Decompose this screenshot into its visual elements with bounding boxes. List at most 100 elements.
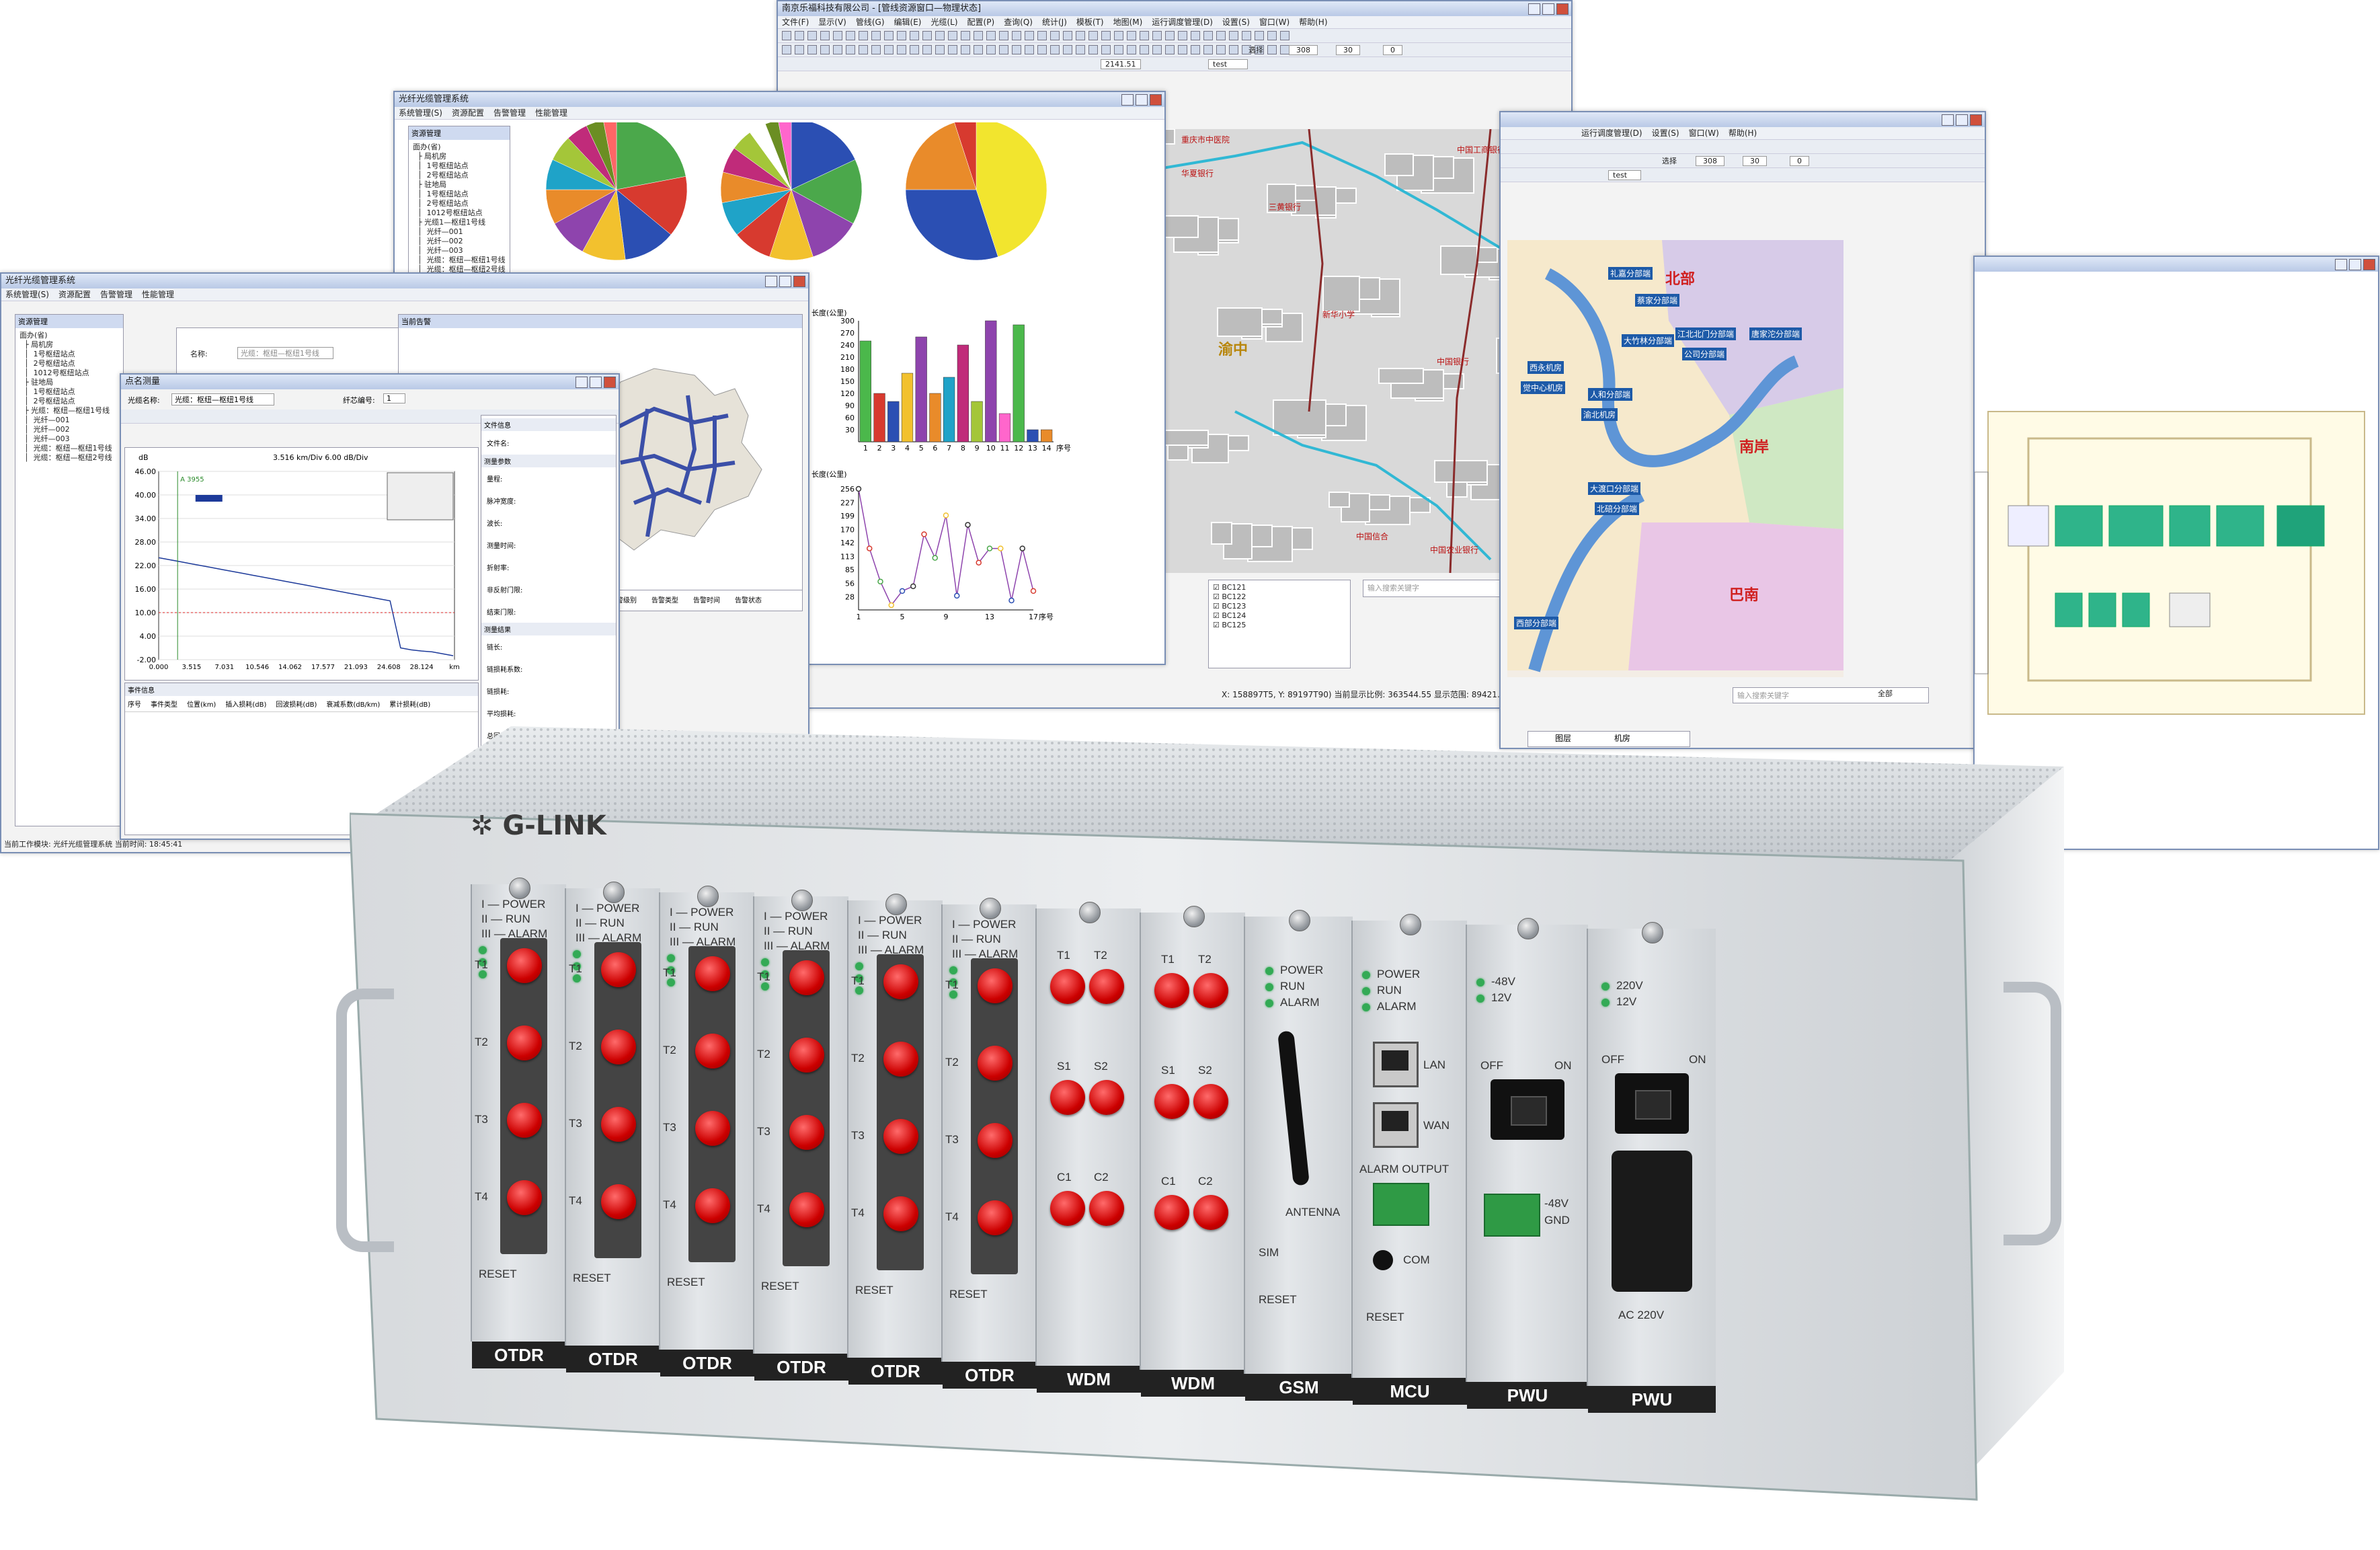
map-poi-label[interactable]: 中国银行	[1437, 356, 1469, 366]
event-table-header[interactable]: 累计损耗(dB)	[389, 699, 430, 709]
alarm-table-header[interactable]: 告警类型	[651, 594, 678, 605]
fiber-select[interactable]: 1	[383, 393, 405, 403]
tool-icon[interactable]	[1025, 31, 1034, 40]
tool-icon[interactable]	[1140, 45, 1149, 54]
tool-icon[interactable]	[782, 45, 791, 54]
main-resource-tree[interactable]: 面办(省) ├ 局机房 │ 1号枢纽站点 │ 2号枢纽站点 │ 1012号枢纽站…	[15, 328, 123, 465]
menu-item[interactable]: 统计(J)	[1042, 16, 1067, 28]
tool-icon[interactable]	[1076, 31, 1085, 40]
select-value-3[interactable]: 0	[1383, 44, 1402, 55]
fiber-port[interactable]	[789, 1038, 824, 1073]
menu-item[interactable]: 性能管理	[535, 107, 567, 119]
fiber-port[interactable]	[695, 1188, 730, 1223]
tool-icon[interactable]	[807, 31, 817, 40]
tool-icon[interactable]	[1127, 45, 1136, 54]
close-icon[interactable]	[1556, 3, 1569, 15]
select-value-1[interactable]: 308	[1289, 44, 1318, 55]
menu-item[interactable]: 资源配置	[58, 288, 91, 301]
screw-icon[interactable]	[1289, 910, 1310, 931]
menu-item[interactable]: 运行调度管理(D)	[1152, 16, 1213, 28]
close-icon[interactable]	[2363, 259, 2375, 270]
maximize-icon[interactable]	[590, 377, 602, 388]
menu-item[interactable]: 管线(G)	[856, 16, 885, 28]
tool-icon[interactable]	[974, 31, 983, 40]
tool-icon[interactable]	[1050, 31, 1060, 40]
screw-icon[interactable]	[509, 878, 530, 899]
bar[interactable]	[859, 340, 871, 442]
fiber-port[interactable]	[1193, 1084, 1228, 1119]
select-value-2[interactable]: 30	[1336, 44, 1360, 55]
menu-item[interactable]: 设置(S)	[1652, 127, 1679, 139]
bar[interactable]	[957, 344, 969, 442]
maximize-icon[interactable]	[1136, 94, 1148, 106]
line-point[interactable]	[976, 559, 982, 566]
fiber-port[interactable]	[978, 1123, 1013, 1158]
node-label[interactable]: 人和分部端	[1588, 388, 1633, 401]
tool-icon[interactable]	[1012, 31, 1021, 40]
fiber-port[interactable]	[507, 948, 542, 983]
tool-icon[interactable]	[1203, 31, 1213, 40]
otdr-titlebar[interactable]: 点名测量	[121, 375, 619, 389]
tool-icon[interactable]	[1165, 45, 1175, 54]
layer-select[interactable]: test	[1208, 59, 1248, 69]
event-table-header[interactable]: 事件类型	[151, 699, 177, 709]
fiber-port[interactable]	[601, 1107, 636, 1142]
bar[interactable]	[971, 401, 983, 442]
fiber-port[interactable]	[1154, 1084, 1189, 1119]
line-point[interactable]	[943, 512, 949, 518]
map-poi-label[interactable]: 新华小学	[1322, 309, 1355, 319]
maximize-icon[interactable]	[1542, 3, 1554, 15]
tool-icon[interactable]	[884, 31, 894, 40]
node-label[interactable]: 大竹林分部端	[1622, 334, 1675, 347]
tool-icon[interactable]	[1114, 45, 1123, 54]
bar[interactable]	[1027, 429, 1039, 442]
map-poi-label[interactable]: 中国农业银行	[1430, 545, 1478, 555]
tool-icon[interactable]	[1063, 31, 1072, 40]
map-poi-label[interactable]: 三黄银行	[1269, 202, 1301, 212]
tool-icon[interactable]	[1037, 45, 1047, 54]
screw-icon[interactable]	[1642, 922, 1663, 943]
menu-item[interactable]: 运行调度管理(D)	[1581, 127, 1642, 139]
menu-item[interactable]: 告警管理	[100, 288, 132, 301]
tool-icon[interactable]	[1127, 31, 1136, 40]
tool-icon[interactable]	[961, 45, 970, 54]
tool-icon[interactable]	[1255, 31, 1264, 40]
tool-icon[interactable]	[833, 31, 842, 40]
tool-icon[interactable]	[910, 31, 919, 40]
fiber-port[interactable]	[695, 1111, 730, 1146]
fiber-port[interactable]	[1154, 973, 1189, 1008]
screw-icon[interactable]	[1517, 918, 1539, 939]
tool-icon[interactable]	[961, 31, 970, 40]
tool-icon[interactable]	[1229, 31, 1238, 40]
bar[interactable]	[929, 393, 941, 442]
menu-item[interactable]: 性能管理	[142, 288, 174, 301]
bar[interactable]	[1041, 429, 1053, 442]
fiber-port[interactable]	[695, 1034, 730, 1069]
menu-item[interactable]: 模板(T)	[1076, 16, 1104, 28]
tool-icon[interactable]	[1088, 45, 1098, 54]
wan-port[interactable]	[1373, 1102, 1419, 1148]
line-point[interactable]	[986, 545, 993, 551]
node-label[interactable]: 渝北机房	[1581, 408, 1618, 421]
fiber-port[interactable]	[507, 1025, 542, 1060]
node-label[interactable]: 觉中心机房	[1521, 381, 1566, 394]
tool-icon[interactable]	[1216, 31, 1226, 40]
node-label[interactable]: 大渡口分部端	[1588, 482, 1641, 495]
line-point[interactable]	[1030, 588, 1037, 594]
tool-icon[interactable]	[859, 45, 868, 54]
bar[interactable]	[985, 320, 997, 442]
map-poi-label[interactable]: 华夏银行	[1181, 169, 1214, 178]
node-label[interactable]: 公司分部端	[1682, 348, 1727, 360]
menu-item[interactable]: 显示(V)	[818, 16, 846, 28]
maximize-icon[interactable]	[779, 276, 791, 287]
minimize-icon[interactable]	[765, 276, 777, 287]
fiber-port[interactable]	[1089, 1191, 1124, 1226]
fiber-port[interactable]	[507, 1103, 542, 1138]
node-label[interactable]: 江北北门分部端	[1675, 327, 1737, 340]
tool-icon[interactable]	[948, 45, 957, 54]
tool-icon[interactable]	[999, 31, 1008, 40]
bar[interactable]	[873, 393, 885, 442]
power-switch[interactable]	[1491, 1079, 1564, 1140]
minimize-icon[interactable]	[576, 377, 588, 388]
com-port[interactable]	[1373, 1250, 1393, 1270]
